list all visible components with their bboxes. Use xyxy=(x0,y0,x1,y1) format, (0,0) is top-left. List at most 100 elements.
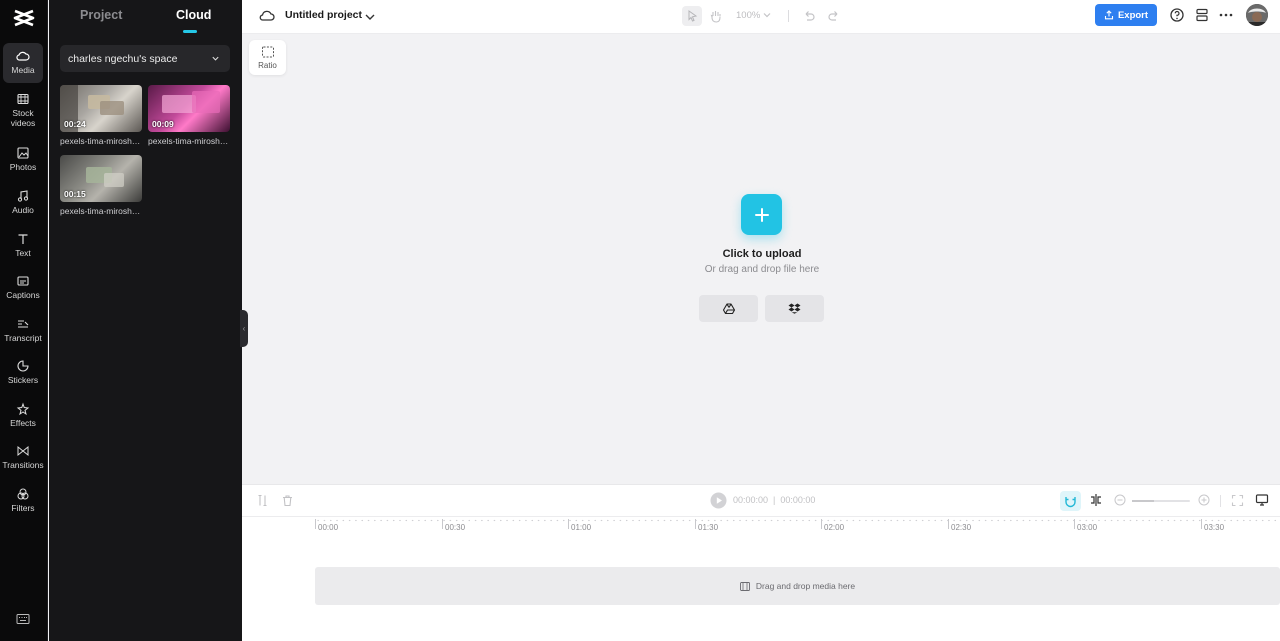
zoom-in-icon[interactable] xyxy=(1198,494,1210,506)
ruler-major-tick xyxy=(821,519,822,529)
space-select[interactable]: charles ngechu's space xyxy=(60,45,230,72)
ruler-major-tick xyxy=(695,519,696,529)
ruler-label: 01:30 xyxy=(698,523,719,532)
split-clip-icon[interactable] xyxy=(1089,493,1103,507)
tab-cloud[interactable]: Cloud xyxy=(176,8,211,22)
toolbar-divider xyxy=(1220,495,1221,507)
current-time: 00:00:00 xyxy=(733,495,769,505)
chevron-down-icon xyxy=(212,56,219,61)
chevron-down-icon[interactable] xyxy=(761,9,773,21)
film-icon xyxy=(739,581,750,591)
more-options-icon[interactable] xyxy=(1218,7,1234,23)
captions-icon xyxy=(17,276,29,286)
image-icon xyxy=(17,147,29,159)
cloud-icon xyxy=(16,51,30,61)
ratio-button[interactable]: Ratio xyxy=(249,40,286,75)
upload-subtitle: Or drag and drop file here xyxy=(704,264,820,275)
ruler-major-tick xyxy=(568,519,569,529)
aspect-ratio-icon xyxy=(261,46,274,58)
media-duration: 00:09 xyxy=(152,119,174,129)
timeline[interactable]: 00:00 00:30 01:00 01:30 02:00 02:30 03:0… xyxy=(242,517,1280,641)
rail-item-label: Transitions xyxy=(2,460,44,470)
rail-item-label: Filters xyxy=(11,503,35,513)
redo-icon[interactable] xyxy=(826,8,842,24)
timeline-toolbar: 00:00:00 | 00:00:00 xyxy=(242,484,1280,517)
user-avatar[interactable] xyxy=(1246,4,1268,26)
media-name: pexels-tima-miroshnichenko xyxy=(148,136,230,146)
rail-item-label: Transcript xyxy=(4,333,42,343)
top-bar: Untitled project 100% Export xyxy=(242,0,1280,34)
left-rail: Media Stock videos Photos Audio Text Cap… xyxy=(0,0,48,641)
zoom-level[interactable]: 100% xyxy=(736,10,760,21)
rail-item-filters[interactable]: Filters xyxy=(3,481,43,521)
toolbar-divider xyxy=(788,10,789,22)
drop-track-text: Drag and drop media here xyxy=(755,581,856,591)
app-logo-icon[interactable] xyxy=(12,8,36,28)
ruler-major-tick xyxy=(442,519,443,529)
filters-icon xyxy=(17,488,29,500)
fit-timeline-icon[interactable] xyxy=(1231,494,1244,507)
chevron-left-icon: ‹ xyxy=(242,324,246,333)
media-drop-track[interactable]: Drag and drop media here xyxy=(315,567,1280,605)
delete-icon[interactable] xyxy=(281,494,294,507)
zoom-slider[interactable] xyxy=(1132,500,1190,502)
rail-item-photos[interactable]: Photos xyxy=(3,140,43,180)
chevron-down-icon[interactable] xyxy=(362,9,378,25)
play-icon[interactable] xyxy=(710,492,727,509)
rail-item-label: Effects xyxy=(10,418,36,428)
dropbox-button[interactable] xyxy=(765,295,824,322)
media-name: pexels-tima-miroshnichenko xyxy=(60,206,142,216)
ruler-major-tick xyxy=(948,519,949,529)
effects-icon xyxy=(16,402,30,416)
media-duration: 00:15 xyxy=(64,189,86,199)
upload-title[interactable]: Click to upload xyxy=(662,248,862,260)
ruler-major-tick xyxy=(1074,519,1075,529)
project-title[interactable]: Untitled project xyxy=(285,9,362,21)
export-button[interactable]: Export xyxy=(1095,4,1157,26)
media-duration: 00:24 xyxy=(64,119,86,129)
google-drive-icon xyxy=(722,303,735,314)
monitor-icon[interactable] xyxy=(1255,493,1269,507)
layers-icon[interactable] xyxy=(1194,7,1210,23)
rail-item-media[interactable]: Media xyxy=(3,43,43,83)
google-drive-button[interactable] xyxy=(699,295,758,322)
ruler-label: 01:00 xyxy=(571,523,592,532)
panel-tabs: Project Cloud xyxy=(49,0,242,34)
rail-item-effects[interactable]: Effects xyxy=(3,396,43,436)
ruler-minor-ticks xyxy=(315,519,1280,522)
text-icon xyxy=(18,234,28,244)
select-tool-icon[interactable] xyxy=(682,6,702,26)
split-icon[interactable] xyxy=(256,494,269,507)
zoom-out-icon[interactable] xyxy=(1114,494,1126,506)
rail-item-transcript[interactable]: Transcript xyxy=(3,311,43,351)
tab-project[interactable]: Project xyxy=(80,8,122,22)
ruler-label: 02:00 xyxy=(824,523,845,532)
ruler-major-tick xyxy=(315,519,316,529)
rail-item-stickers[interactable]: Stickers xyxy=(3,353,43,393)
ratio-label: Ratio xyxy=(258,61,277,70)
timecode: 00:00:00 | 00:00:00 xyxy=(733,495,816,505)
rail-item-label: Media xyxy=(11,65,35,75)
media-thumbnail-3[interactable]: 00:15 xyxy=(60,155,142,202)
sticker-icon xyxy=(17,360,29,372)
rail-item-captions[interactable]: Captions xyxy=(3,268,43,308)
media-name: pexels-tima-miroshnichenko xyxy=(60,136,142,146)
keyboard-shortcuts-icon[interactable] xyxy=(16,613,30,625)
rail-item-audio[interactable]: Audio xyxy=(3,183,43,223)
cloud-save-icon[interactable] xyxy=(259,8,275,24)
rail-item-stock-videos[interactable]: Stock videos xyxy=(3,86,43,130)
upload-button[interactable] xyxy=(741,194,782,235)
media-thumbnail-1[interactable]: 00:24 xyxy=(60,85,142,132)
music-icon xyxy=(17,190,29,202)
hand-tool-icon[interactable] xyxy=(708,8,724,24)
rail-item-transitions[interactable]: Transitions xyxy=(2,438,44,478)
panel-collapse-handle[interactable]: ‹ xyxy=(240,310,248,347)
help-icon[interactable] xyxy=(1169,7,1185,23)
ruler-label: 00:00 xyxy=(318,523,339,532)
magnet-snap-icon[interactable] xyxy=(1060,491,1081,511)
rail-item-text[interactable]: Text xyxy=(3,226,43,266)
media-thumbnail-2[interactable]: 00:09 xyxy=(148,85,230,132)
rail-item-label: Audio xyxy=(12,205,34,215)
undo-icon[interactable] xyxy=(801,8,817,24)
rail-item-label: Photos xyxy=(9,162,37,172)
